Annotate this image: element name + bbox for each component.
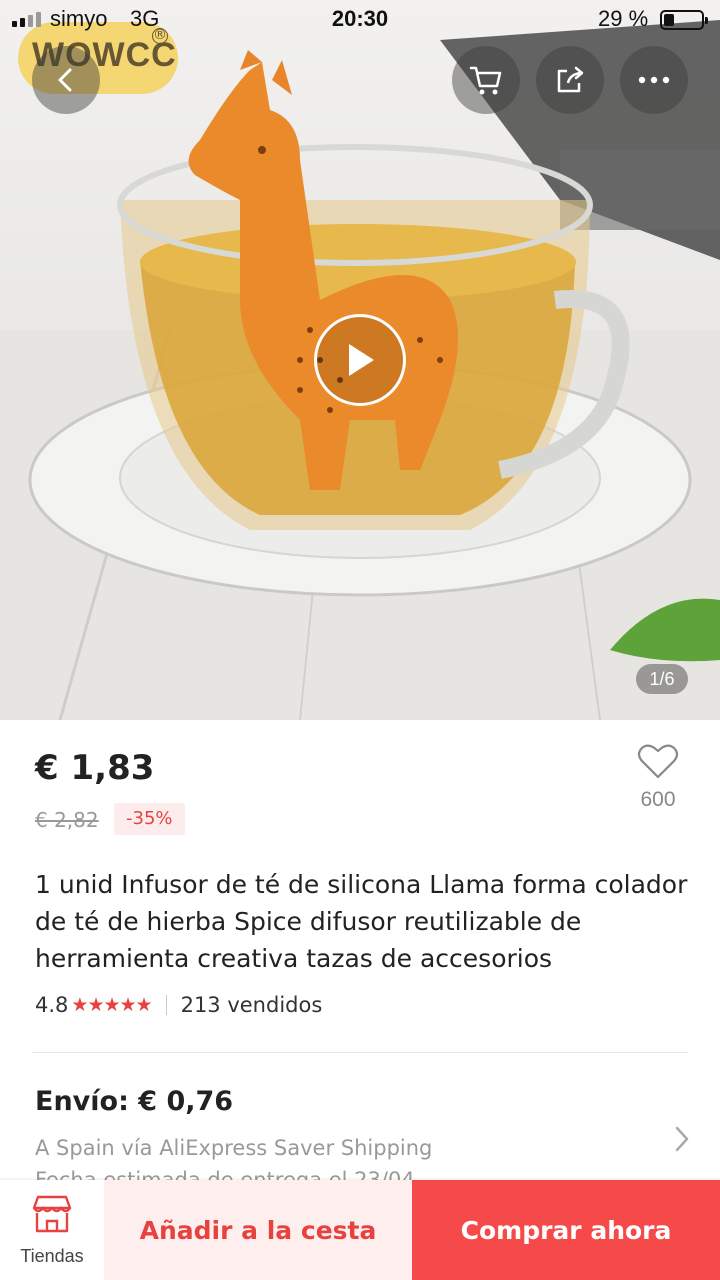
battery-icon (660, 10, 708, 30)
original-price: € 2,82 (35, 808, 99, 832)
share-icon (557, 66, 584, 93)
more-options-button[interactable] (620, 46, 688, 114)
status-bar: simyo 3G 20:30 29 % (0, 0, 720, 40)
buy-now-button[interactable]: Comprar ahora (412, 1180, 720, 1280)
shipping-method[interactable]: A Spain vía AliExpress Saver Shipping (35, 1136, 432, 1160)
discount-badge: -35% (114, 803, 185, 835)
cart-button[interactable] (452, 46, 520, 114)
star-rating-icon: ★★★★★ (71, 994, 152, 1016)
wishlist-button[interactable]: 600 (630, 742, 686, 812)
bottom-action-bar: Tiendas Añadir a la cesta Comprar ahora (0, 1180, 720, 1280)
stores-button[interactable]: Tiendas (0, 1180, 104, 1280)
product-title: 1 unid Infusor de té de silicona Llama f… (35, 870, 688, 973)
store-icon (32, 1195, 72, 1233)
chevron-left-icon (58, 68, 72, 92)
share-button[interactable] (536, 46, 604, 114)
shipping-details-button[interactable] (672, 1124, 692, 1158)
add-to-cart-button[interactable]: Añadir a la cesta (104, 1180, 412, 1280)
play-video-button[interactable] (314, 314, 406, 406)
divider (165, 995, 167, 1015)
more-icon (638, 76, 670, 84)
shipping-cost: Envío: € 0,76 (35, 1086, 234, 1117)
product-image-gallery[interactable]: simyo 3G 20:30 29 % WOWCC ® 1/6 (0, 0, 720, 720)
current-price: € 1,83 (35, 748, 155, 788)
back-button[interactable] (32, 46, 100, 114)
image-counter: 1/6 (636, 664, 688, 694)
rating-row[interactable]: 4.8 ★★★★★ 213 vendidos (35, 993, 322, 1017)
chevron-right-icon (675, 1126, 689, 1152)
sold-count: 213 vendidos (180, 993, 323, 1017)
play-icon (349, 344, 374, 376)
cart-icon (469, 66, 502, 95)
rating-value: 4.8 (35, 993, 69, 1017)
stores-label: Tiendas (20, 1246, 84, 1266)
heart-icon (637, 744, 679, 779)
battery-percentage: 29 % (598, 6, 649, 31)
section-divider (32, 1052, 688, 1053)
wishlist-count: 600 (640, 788, 676, 811)
